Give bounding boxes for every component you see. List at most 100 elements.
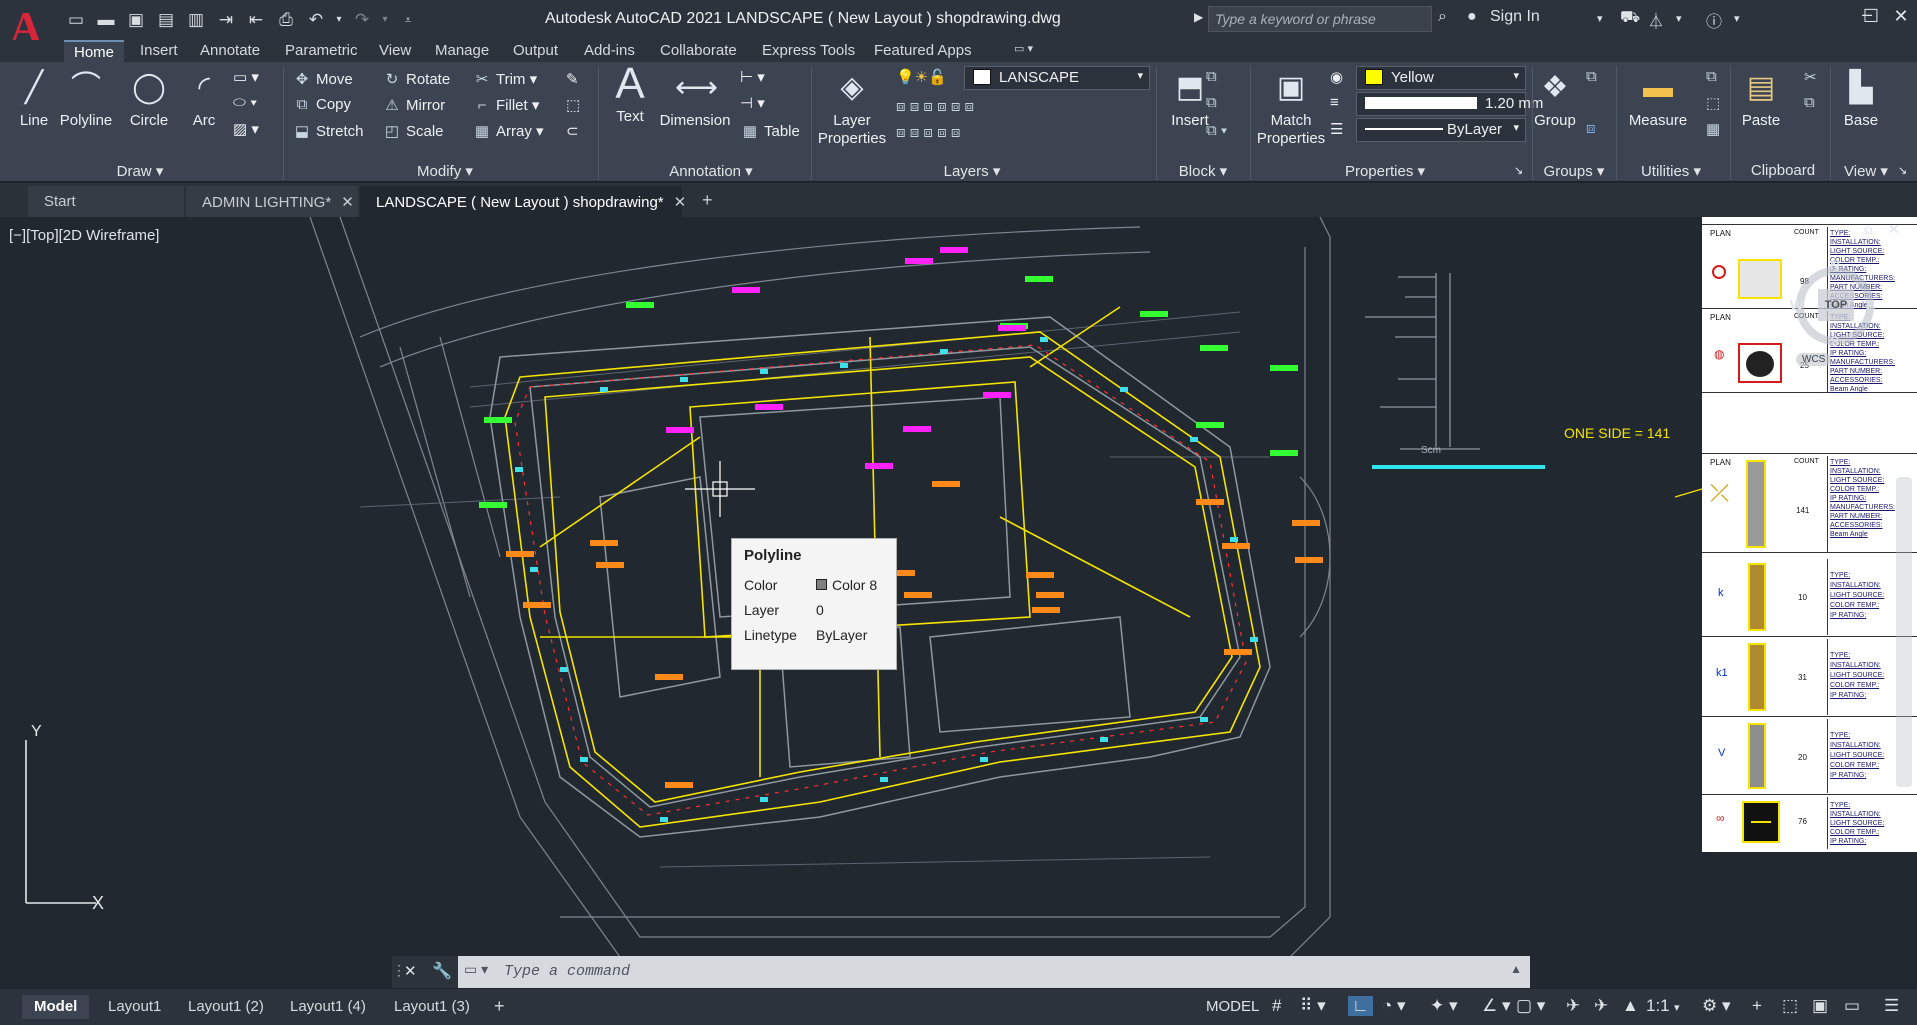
plot-icon[interactable]: ⎙ — [274, 9, 298, 31]
edit-block-icon[interactable]: ⧉ — [1206, 94, 1217, 111]
properties-panel-title[interactable]: Properties ▾ — [1330, 162, 1440, 182]
snap-icon[interactable]: ⠿ ▾ — [1300, 996, 1326, 1016]
trim-button[interactable]: ✂ Trim ▾ — [472, 70, 537, 88]
copy-clip-icon[interactable]: ⧉ — [1804, 94, 1815, 111]
add-layout-icon[interactable]: + — [486, 995, 513, 1019]
hatch-icon[interactable]: ⬭ ▾ — [233, 94, 257, 111]
redo-dropdown-icon[interactable]: ▾ — [380, 9, 390, 31]
user-icon[interactable]: ● — [1467, 8, 1477, 26]
tab-collaborate[interactable]: Collaborate — [650, 40, 747, 62]
object-snap-tracking-icon[interactable]: ∠ ▾ — [1482, 996, 1511, 1016]
tab-parametric[interactable]: Parametric — [275, 40, 368, 62]
move-button[interactable]: ✥ Move — [292, 70, 353, 88]
group-button[interactable]: ❖ Group — [1534, 68, 1576, 129]
share-icon[interactable]: ⇥ — [214, 9, 238, 31]
annotation-scale-icon[interactable]: ▲ — [1622, 996, 1639, 1016]
annotation-scale-value[interactable]: 1:1 — [1646, 996, 1670, 1016]
save-as-icon[interactable]: ▤ — [154, 9, 178, 31]
command-history-icon[interactable]: ▲ — [1510, 962, 1522, 976]
leader-options-icon[interactable]: ⊣ ▾ — [740, 94, 765, 112]
layers-panel-title[interactable]: Layers ▾ — [932, 162, 1012, 182]
measure-button[interactable]: ▬ Measure — [1620, 68, 1696, 129]
annotation-panel-title[interactable]: Annotation ▾ — [656, 162, 766, 182]
tab-insert[interactable]: Insert — [130, 40, 188, 62]
search-input[interactable]: Type a keyword or phrase — [1208, 6, 1432, 32]
redo-icon[interactable]: ↷ — [350, 9, 374, 31]
customization-menu-icon[interactable]: ☰ — [1884, 996, 1899, 1016]
table-button[interactable]: ▦ Table — [740, 122, 800, 140]
file-tab-landscape[interactable]: LANDSCAPE ( New Layout ) shopdrawing* ✕ — [360, 186, 686, 217]
close-icon[interactable]: ✕ — [1886, 6, 1916, 32]
base-view-button[interactable]: ▙ Base — [1836, 68, 1886, 129]
ortho-icon[interactable]: ∟ — [1348, 996, 1373, 1016]
new-file-icon[interactable]: ▭ — [64, 9, 88, 31]
restore-icon[interactable]: ☐ — [1856, 6, 1886, 32]
linetype-dropdown[interactable]: ByLayer ▾ — [1356, 118, 1526, 142]
model-space-toggle[interactable]: MODEL — [1206, 998, 1259, 1015]
tab-featured-apps[interactable]: Featured Apps — [864, 40, 982, 62]
ungroup-icon[interactable]: ⧉ — [1586, 68, 1597, 85]
command-prompt-icon[interactable]: ▭ ▾ — [464, 961, 488, 978]
rectangle-icon[interactable]: ▭ ▾ — [233, 68, 259, 86]
viewcube[interactable]: TOP N S E W WCS — [1790, 247, 1880, 367]
chevron-right-icon[interactable]: ▶ — [1194, 10, 1203, 24]
layout-tab-model[interactable]: Model — [22, 995, 90, 1019]
group-select-icon[interactable]: ⧈ — [1586, 120, 1596, 137]
offset-icon[interactable]: ⊂ — [566, 122, 579, 140]
quick-select-icon[interactable]: ⧉ — [1706, 68, 1717, 85]
color-wheel-icon[interactable]: ◉ — [1330, 68, 1343, 86]
customize-qat-icon[interactable]: ⩡ — [396, 9, 420, 31]
undo-icon[interactable]: ↶ — [304, 9, 328, 31]
viewcube-top-face[interactable]: TOP — [1818, 289, 1854, 321]
close-tab-icon[interactable]: ✕ — [341, 194, 354, 211]
paste-button[interactable]: ▤ Paste — [1736, 68, 1786, 129]
tab-home[interactable]: Home — [64, 40, 125, 62]
match-properties-button[interactable]: ▣ Match Properties — [1254, 68, 1328, 148]
customize-wrench-icon[interactable]: 🔧 — [432, 961, 452, 981]
polyline-button[interactable]: ⌒ Polyline — [58, 68, 114, 129]
gradient-icon[interactable]: ▨ ▾ — [233, 120, 259, 138]
line-button[interactable]: ╱ Line — [12, 68, 56, 129]
autodesk-app-icon[interactable]: ⏃ — [1648, 8, 1664, 32]
navigation-bar[interactable] — [1896, 477, 1912, 787]
layer-tools-row-2[interactable]: ⧈ ⧈ ⧈ ⧈ ⧈ — [896, 124, 960, 141]
help-dropdown-icon[interactable]: ▾ — [1734, 12, 1740, 25]
layer-state-icons[interactable]: 💡☀🔓 — [896, 68, 947, 86]
layout-tab-layout1-3[interactable]: Layout1 (3) — [382, 995, 482, 1019]
units-icon[interactable]: ⬚ — [1782, 996, 1798, 1016]
utilities-panel-title[interactable]: Utilities ▾ — [1626, 162, 1716, 182]
viewport-close-icon[interactable]: ✕ — [1888, 221, 1900, 238]
erase-icon[interactable]: ✎ — [566, 70, 579, 88]
layer-properties-button[interactable]: ◈ Layer Properties — [816, 68, 888, 148]
select-all-icon[interactable]: ⬚ — [1706, 94, 1720, 112]
cart-icon[interactable]: ⛟ — [1620, 8, 1640, 28]
clipboard-panel-title[interactable]: Clipboard — [1740, 162, 1826, 182]
dimension-button[interactable]: ⟷ Dimension — [656, 68, 734, 129]
tab-output[interactable]: Output — [503, 40, 568, 62]
create-block-icon[interactable]: ⧉ — [1206, 68, 1217, 85]
annotation-monitor-icon[interactable]: + — [1752, 996, 1762, 1016]
wcs-menu[interactable]: WCS — [1796, 353, 1832, 366]
isodraft-icon[interactable]: ✦ ▾ — [1430, 996, 1458, 1016]
polar-icon[interactable]: ◔ ▾ — [1382, 996, 1406, 1016]
clean-screen-icon[interactable]: ▭ — [1844, 996, 1860, 1016]
mirror-button[interactable]: ⚠ Mirror — [382, 96, 445, 114]
tab-annotate[interactable]: Annotate — [190, 40, 270, 62]
lineweight-dropdown[interactable]: 1.20 mm — [1356, 92, 1543, 116]
auto-scale-icon[interactable]: ✈ — [1594, 996, 1608, 1016]
open-file-icon[interactable]: ▬ — [94, 9, 118, 31]
open-web-icon[interactable]: ▥ — [184, 9, 208, 31]
workspace-gear-icon[interactable]: ⚙ ▾ — [1702, 996, 1731, 1016]
layer-tools-row-1[interactable]: ⧈ ⧈ ⧈ ⧈ ⧈ ⧈ — [896, 98, 974, 115]
close-tab-icon[interactable]: ✕ — [674, 194, 687, 211]
search-icon[interactable]: ⌕ — [1438, 8, 1447, 26]
view-launcher-icon[interactable]: ↘ — [1898, 164, 1907, 177]
tab-manage[interactable]: Manage — [425, 40, 499, 62]
quick-properties-icon[interactable]: ▣ — [1812, 996, 1828, 1016]
grid-icon[interactable]: # — [1272, 996, 1281, 1016]
drawing-canvas[interactable]: [−][Top][2D Wireframe] ONE SIDE = 141 Sc… — [0, 217, 1917, 987]
command-close-icon[interactable]: ✕ — [404, 962, 417, 980]
cut-icon[interactable]: ✂ — [1804, 68, 1817, 86]
export-icon[interactable]: ⇤ — [244, 9, 268, 31]
layout-tab-layout1-4[interactable]: Layout1 (4) — [278, 995, 378, 1019]
